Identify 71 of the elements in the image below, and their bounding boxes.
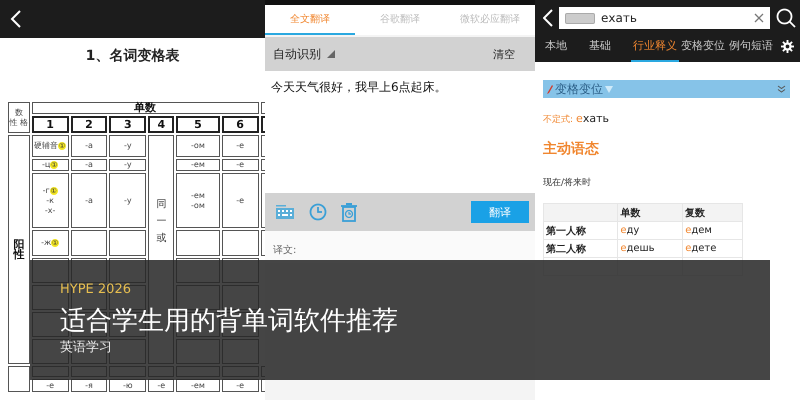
search-field[interactable]: ехать: [559, 7, 770, 29]
search-icon[interactable]: [776, 8, 796, 28]
back-icon[interactable]: [543, 9, 553, 27]
banner-category: 英语学习: [60, 340, 112, 356]
table-cell-text: -е: [235, 380, 246, 390]
clear-button[interactable]: 清空: [493, 46, 527, 62]
tab[interactable]: 例句短语: [727, 30, 775, 62]
table-header-cell-text: 数: [14, 108, 24, 118]
search-query: ехать: [601, 11, 638, 25]
table-cell-text: -ем: [190, 160, 206, 170]
section-title: 变格变位: [555, 80, 603, 98]
gender-label: 阳: [12, 240, 26, 250]
table-cell-text: -е: [235, 196, 246, 206]
table-cell-text: -а: [84, 160, 94, 170]
table-cell: 第二人称: [544, 240, 618, 258]
double-chevron-icon[interactable]: [777, 85, 786, 93]
tab[interactable]: 本地: [543, 30, 587, 62]
table-cell-text: -у: [123, 160, 133, 170]
banner-tag: HYPE 2026: [60, 282, 131, 298]
table-cell-text: -ем: [190, 380, 206, 390]
tab[interactable]: 行业释义: [631, 30, 679, 62]
table-cell-text: -ом: [190, 200, 206, 210]
gender-label: 性: [12, 250, 26, 260]
table-header-cell: 6: [222, 116, 259, 133]
table-cell-text: -ом: [190, 141, 206, 151]
table-title: 1、名词变格表: [84, 48, 180, 65]
tab[interactable]: 变格变位: [679, 30, 727, 62]
table-cell-text: -х-: [44, 206, 56, 216]
table-cell-text: -е: [156, 380, 166, 390]
table-header-cell: 4: [148, 116, 174, 133]
voice-title: 主动语态: [543, 140, 600, 158]
table-cell-text: -я: [84, 380, 94, 390]
banner-title: 适合学生用的背单词软件推荐: [60, 305, 398, 338]
table-cell-text: -е: [45, 380, 56, 390]
result-label: 译文:: [265, 231, 535, 263]
clear-icon[interactable]: [754, 13, 764, 23]
settings-icon[interactable]: [781, 40, 794, 52]
keyboard-icon[interactable]: [275, 204, 295, 220]
table-header-cell: 单数: [618, 204, 683, 222]
table-cell-text: -ю: [122, 380, 134, 390]
table-cell-text: -ем: [190, 190, 206, 200]
table-header-cell: 性 格: [9, 118, 29, 128]
pen-icon: [547, 84, 553, 94]
table-header-cell: 5: [176, 116, 220, 133]
table-cell-text: -е: [235, 160, 246, 170]
tab[interactable]: 基础: [587, 30, 631, 62]
dropdown-corner-icon: [327, 50, 335, 58]
back-icon[interactable]: [10, 9, 22, 29]
table-cell: еду: [620, 225, 640, 236]
infinitive-form: ехать: [576, 112, 609, 125]
table-header-cell: 复数: [682, 204, 742, 222]
table-cell: едем: [685, 225, 712, 236]
table-cell-text: -у: [123, 196, 133, 206]
language-dropdown[interactable]: 自动识别: [273, 46, 335, 62]
table-cell: едешь: [620, 243, 655, 254]
infinitive-label: 不定式:: [543, 114, 574, 126]
table-cell-text: -к: [45, 196, 55, 206]
table-header-cell: 3: [109, 116, 146, 133]
table-cell-text: -е: [235, 141, 246, 151]
table-cell-text: 同一或: [156, 198, 166, 246]
table-cell-text: -а: [84, 196, 94, 206]
tag-chip: [565, 12, 595, 24]
table-cell: едете: [685, 243, 716, 254]
input-text-area[interactable]: 今天天气很好，我早上6点起床。: [265, 71, 535, 193]
table-cell-text: -а: [84, 141, 94, 151]
table-cell: 第一人称: [544, 222, 618, 240]
table-header-cell: 单数: [32, 102, 259, 114]
table-header-cell: 2: [70, 116, 108, 133]
tense-title: 现在/将来时: [543, 176, 592, 189]
table-cell-text: -у: [123, 141, 133, 151]
table-header-cell: 1: [32, 116, 69, 133]
